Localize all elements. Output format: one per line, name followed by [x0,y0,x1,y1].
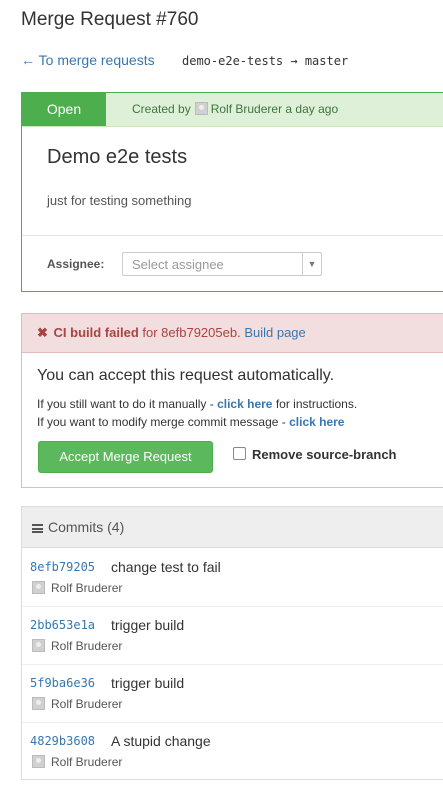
created-info: Created by Rolf Bruderer a day ago [132,93,338,126]
accept-merge-request-button[interactable]: Accept Merge Request [38,441,213,473]
commit-message: trigger build [111,617,185,633]
ci-failed-label: CI build failed [53,325,139,340]
remove-source-branch-checkbox[interactable] [233,447,246,460]
avatar [32,639,45,652]
commit-sha-link[interactable]: 8efb79205 [30,560,95,574]
modify-message-instructions: If you want to modify merge commit messa… [37,415,344,429]
commit-sha-link[interactable]: 4829b3608 [30,734,95,748]
build-page-link[interactable]: Build page [244,325,305,340]
page-title: Merge Request #760 [21,9,199,30]
commit-message: A stupid change [111,733,211,749]
commits-header: Commits (4) [22,507,443,548]
remove-source-branch-option[interactable]: Remove source-branch [233,447,397,462]
created-prefix: Created by [132,102,191,116]
commit-author-name: Rolf Bruderer [51,639,123,653]
assignee-label: Assignee: [47,257,105,271]
commit-author: Rolf Bruderer [30,581,122,595]
ci-accept-panel: ✖ CI build failed for 8efb79205eb. Build… [21,313,443,488]
merge-request-panel: Open Created by Rolf Bruderer a day ago D… [21,92,443,292]
commits-label: Commits [48,519,104,535]
manual-click-here-link[interactable]: click here [217,397,272,411]
commit-item: 4829b3608 A stupid change Rolf Bruderer [22,722,443,780]
avatar [194,102,208,115]
chevron-down-icon[interactable]: ▼ [302,253,321,275]
modify-prefix: If you want to modify merge commit messa… [37,415,286,429]
avatar [32,581,45,594]
commit-author-name: Rolf Bruderer [51,581,123,595]
manual-suffix: for instructions. [275,397,358,411]
status-badge: Open [22,93,106,126]
modify-click-here-link[interactable]: click here [289,415,344,429]
ci-commit-ref: for 8efb79205eb. [142,325,241,340]
branch-info: demo-e2e-tests → master [182,54,349,68]
assignee-select[interactable]: Select assignee ▼ [122,252,322,276]
commit-item: 2bb653e1a trigger build Rolf Bruderer [22,606,443,665]
merge-request-title: Demo e2e tests [47,146,188,168]
commit-item: 5f9ba6e36 trigger build Rolf Bruderer [22,664,443,723]
back-to-merge-requests-link[interactable]: ← To merge requests [21,52,155,68]
commit-message: trigger build [111,675,185,691]
commit-sha-link[interactable]: 2bb653e1a [30,618,95,632]
commit-author: Rolf Bruderer [30,697,122,711]
ci-status-bar: ✖ CI build failed for 8efb79205eb. Build… [22,314,443,353]
merge-request-header: Open Created by Rolf Bruderer a day ago [22,93,443,127]
author-name[interactable]: Rolf Bruderer [211,102,282,116]
commits-count: (4) [107,519,125,535]
list-icon [32,524,43,533]
commit-sha-link[interactable]: 5f9ba6e36 [30,676,95,690]
commits-panel: Commits (4) 8efb79205 change test to fai… [21,506,443,780]
created-time: a day ago [285,102,339,116]
accept-title: You can accept this request automaticall… [37,367,335,384]
assignee-placeholder: Select assignee [132,257,224,272]
manual-instructions: If you still want to do it manually - cl… [37,397,357,411]
commit-message: change test to fail [111,559,221,575]
commit-author-name: Rolf Bruderer [51,697,123,711]
commit-author-name: Rolf Bruderer [51,755,123,769]
assignee-row: Assignee: Select assignee ▼ [22,235,443,292]
remove-source-branch-label: Remove source-branch [252,447,397,462]
x-icon: ✖ [37,325,48,340]
merge-request-description: just for testing something [47,193,192,208]
avatar [32,755,45,768]
commit-author: Rolf Bruderer [30,755,122,769]
manual-prefix: If you still want to do it manually - [37,397,214,411]
commit-item: 8efb79205 change test to fail Rolf Brude… [22,548,443,607]
commit-author: Rolf Bruderer [30,639,122,653]
avatar [32,697,45,710]
